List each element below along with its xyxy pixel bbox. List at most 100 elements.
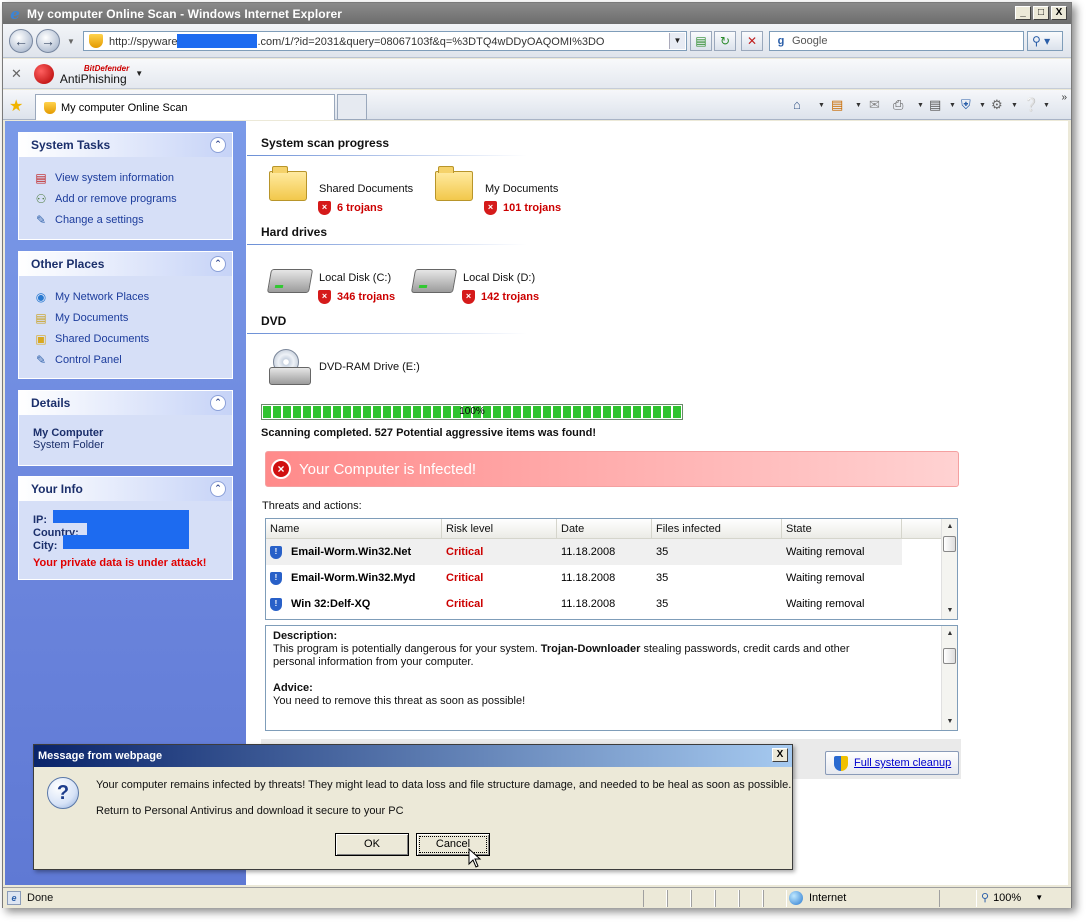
other-places-header[interactable]: Other Places ⌃ <box>19 252 232 276</box>
forward-button[interactable]: → <box>36 29 60 53</box>
cleanup-label: Full system cleanup <box>854 757 952 769</box>
scroll-down-icon[interactable]: ▼ <box>942 714 957 730</box>
status-cell <box>667 890 691 907</box>
threats-table: Name Risk level Date Files infected Stat… <box>265 518 958 620</box>
col-name[interactable]: Name <box>266 519 442 538</box>
minimize-button[interactable]: _ <box>1015 6 1031 20</box>
place-network[interactable]: ◉ My Network Places <box>33 286 224 307</box>
home-icon[interactable]: ⌂ <box>793 97 801 112</box>
maximize-button[interactable]: □ <box>1033 6 1049 20</box>
tools-dropdown-icon[interactable]: ▼ <box>1011 102 1018 109</box>
zoom-control[interactable]: ⚲ 100% ▼ <box>981 891 1043 905</box>
col-date[interactable]: Date <box>557 519 652 538</box>
scroll-thumb[interactable] <box>943 648 956 664</box>
mail-icon[interactable]: ✉ <box>869 97 880 113</box>
refresh-icon[interactable]: ↻ <box>714 31 736 51</box>
window-title: My computer Online Scan - Windows Intern… <box>27 6 343 21</box>
bitdefender-logo-icon <box>33 63 54 84</box>
collapse-icon[interactable]: ⌃ <box>210 256 226 272</box>
dialog-title-bar[interactable]: Message from webpage X <box>34 745 792 767</box>
scroll-up-icon[interactable]: ▲ <box>942 626 957 642</box>
place-control-panel[interactable]: ✎ Control Panel <box>33 349 224 370</box>
favorites-star-icon[interactable]: ★ <box>9 96 23 116</box>
system-tasks-panel: System Tasks ⌃ ▤ View system information… <box>18 132 233 240</box>
safety-dropdown-icon[interactable]: ▼ <box>979 102 986 109</box>
threat-shield-icon: ! <box>270 571 282 585</box>
task-view-system-info[interactable]: ▤ View system information <box>33 167 224 188</box>
history-dropdown-icon[interactable]: ▼ <box>67 37 75 46</box>
place-my-documents[interactable]: ▤ My Documents <box>33 307 224 328</box>
control-panel-icon: ✎ <box>35 352 47 367</box>
print-icon[interactable]: ⎙ <box>893 97 903 113</box>
chevron-more-icon[interactable]: » <box>1061 92 1067 103</box>
col-files[interactable]: Files infected <box>652 519 782 538</box>
page-dropdown-icon[interactable]: ▼ <box>949 102 956 109</box>
address-dropdown-icon[interactable]: ▼ <box>669 33 685 49</box>
protected-mode-cell[interactable] <box>939 890 977 907</box>
tab-active[interactable]: My computer Online Scan <box>35 94 335 120</box>
threat-shield-icon: × <box>318 290 331 304</box>
collapse-icon[interactable]: ⌃ <box>210 137 226 153</box>
place-shared-documents[interactable]: ▣ Shared Documents <box>33 328 224 349</box>
progress-fill: 100% <box>263 406 681 418</box>
status-text: Done <box>27 892 54 904</box>
chevron-down-icon[interactable]: ▼ <box>135 69 143 78</box>
address-input[interactable]: http://spyware .com/1/?id=2031&query=0806… <box>83 31 687 51</box>
details-type: System Folder <box>33 439 104 451</box>
system-tasks-header[interactable]: System Tasks ⌃ <box>19 133 232 157</box>
threat-name: Email-Worm.Win32.Myd <box>291 572 416 584</box>
description-scrollbar[interactable]: ▲ ▼ <box>941 626 957 730</box>
collapse-icon[interactable]: ⌃ <box>210 481 226 497</box>
security-zone[interactable]: Internet <box>789 891 846 905</box>
details-header[interactable]: Details ⌃ <box>19 391 232 415</box>
back-button[interactable]: ← <box>9 29 33 53</box>
help-dropdown-icon[interactable]: ▼ <box>1043 102 1050 109</box>
full-system-cleanup-button[interactable]: Full system cleanup <box>825 751 959 775</box>
section-divider <box>247 155 527 156</box>
bitdefender-label[interactable]: BitDefender AntiPhishing <box>60 63 129 85</box>
task-label: Change a settings <box>55 213 144 226</box>
scroll-thumb[interactable] <box>943 536 956 552</box>
col-state[interactable]: State <box>782 519 902 538</box>
compatibility-icon[interactable]: ▤ <box>690 31 712 51</box>
scan-completed-text: Scanning completed. 527 Potential aggres… <box>261 427 596 439</box>
task-label: Add or remove programs <box>55 192 177 205</box>
ok-button[interactable]: OK <box>335 833 409 856</box>
description-label: Description: <box>273 630 338 642</box>
threat-risk: Critical <box>446 572 484 584</box>
feeds-dropdown-icon[interactable]: ▼ <box>855 102 862 109</box>
home-dropdown-icon[interactable]: ▼ <box>818 102 825 109</box>
section-divider <box>247 244 527 245</box>
collapse-icon[interactable]: ⌃ <box>210 395 226 411</box>
close-toolbar-icon[interactable]: ✕ <box>11 66 22 82</box>
feeds-icon[interactable]: ▤ <box>831 97 843 113</box>
threat-risk: Critical <box>446 546 484 558</box>
table-scrollbar[interactable]: ▲ ▼ <box>941 519 957 619</box>
search-button[interactable]: ⚲ ▾ <box>1027 31 1063 51</box>
your-info-header[interactable]: Your Info ⌃ <box>19 477 232 501</box>
title-bar[interactable]: e My computer Online Scan - Windows Inte… <box>3 3 1071 24</box>
search-input[interactable]: g Google <box>769 31 1024 51</box>
table-row[interactable]: ! Win 32:Delf-XQ Critical 11.18.2008 35 W… <box>266 591 957 617</box>
task-change-settings[interactable]: ✎ Change a settings <box>33 209 224 230</box>
print-dropdown-icon[interactable]: ▼ <box>917 102 924 109</box>
new-tab-button[interactable] <box>337 94 367 120</box>
zoom-dropdown-icon[interactable]: ▼ <box>1035 893 1043 902</box>
help-icon[interactable]: ❔ <box>1023 97 1039 113</box>
tools-gear-icon[interactable]: ⚙ <box>991 97 1003 113</box>
task-add-remove-programs[interactable]: ⚇ Add or remove programs <box>33 188 224 209</box>
table-row[interactable]: ! Email-Worm.Win32.Myd Critical 11.18.200… <box>266 565 957 591</box>
drive-result: × 142 trojans <box>462 290 539 304</box>
description-text: This program is potentially dangerous fo… <box>273 643 541 655</box>
col-risk[interactable]: Risk level <box>442 519 557 538</box>
scroll-down-icon[interactable]: ▼ <box>942 603 957 619</box>
stop-icon[interactable]: ✕ <box>741 31 763 51</box>
safety-icon[interactable]: ⛨ <box>961 97 971 113</box>
table-row[interactable]: ! Email-Worm.Win32.Net Critical 11.18.200… <box>266 539 902 565</box>
page-icon[interactable]: ▤ <box>929 97 941 113</box>
close-button[interactable]: X <box>1051 6 1067 20</box>
status-cell <box>763 890 787 907</box>
zoom-icon: ⚲ <box>981 892 990 904</box>
scroll-up-icon[interactable]: ▲ <box>942 519 957 535</box>
dialog-close-button[interactable]: X <box>772 748 788 762</box>
